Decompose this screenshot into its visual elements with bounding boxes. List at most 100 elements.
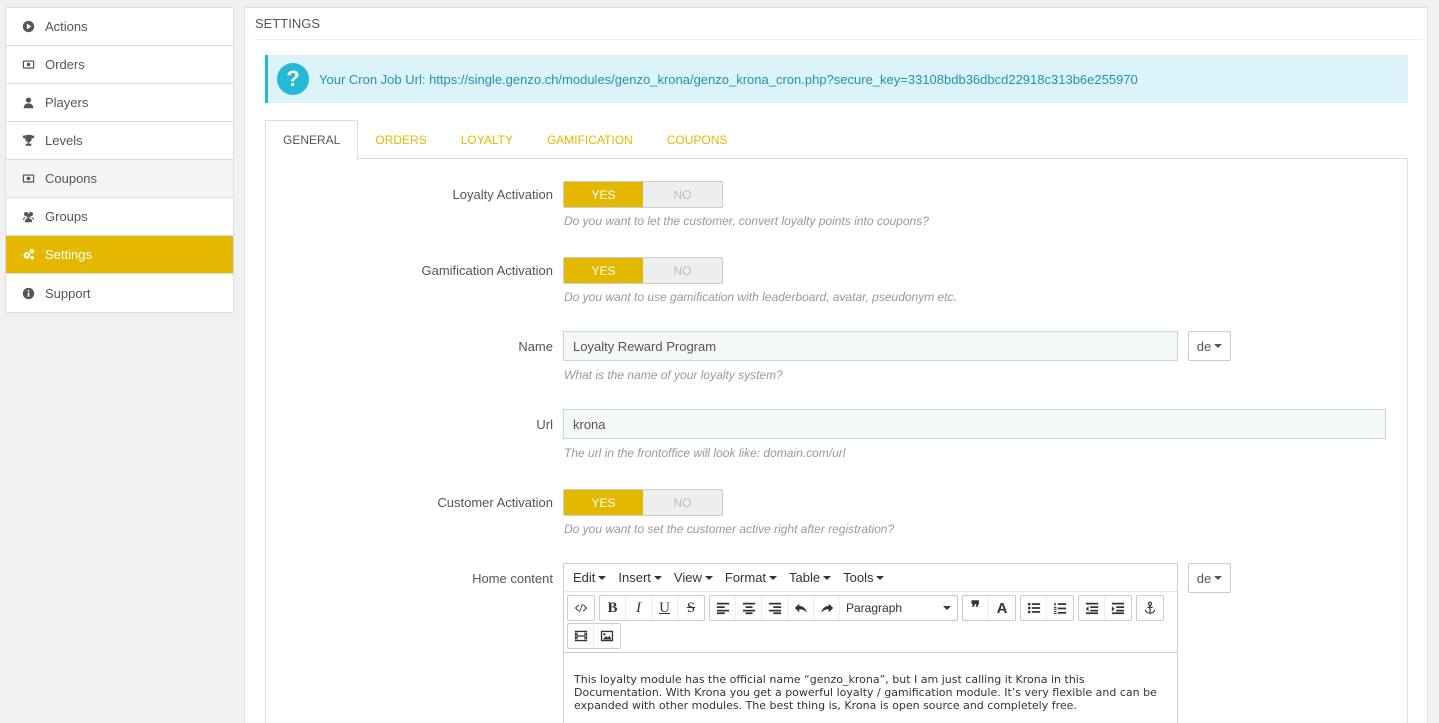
numbered-list-icon[interactable] (1047, 596, 1073, 620)
strikethrough-icon[interactable]: S (678, 596, 704, 620)
underline-icon[interactable]: U (652, 596, 678, 620)
loyalty-activation-help: Do you want to let the customer, convert… (564, 214, 929, 228)
sidebar-item-label: Players (45, 95, 89, 110)
menu-label: Insert (618, 570, 651, 585)
customer-activation-yes[interactable]: YES (564, 490, 643, 515)
name-help: What is the name of your loyalty system? (564, 368, 783, 382)
align-left-icon[interactable] (710, 596, 736, 620)
tab-coupons[interactable]: COUPONS (650, 120, 745, 159)
sidebar-item-support[interactable]: Support (6, 274, 233, 312)
sidebar-item-coupons[interactable]: Coupons (6, 160, 233, 198)
sidebar-item-label: Settings (45, 247, 92, 262)
align-center-icon[interactable] (736, 596, 762, 620)
image-icon[interactable] (594, 624, 620, 648)
cogs-icon (21, 248, 35, 262)
menu-label: Edit (573, 570, 596, 585)
customer-activation-switch[interactable]: YES NO (563, 489, 723, 516)
sidebar-item-players[interactable]: Players (6, 84, 233, 122)
user-icon (21, 96, 35, 110)
customer-activation-no[interactable]: NO (643, 490, 722, 515)
customer-activation-help: Do you want to set the customer active r… (564, 522, 895, 536)
bullet-list-icon[interactable] (1021, 596, 1047, 620)
editor-menubar: Edit Insert View Format Table Tools (564, 564, 1177, 592)
sidebar-item-label: Actions (45, 19, 88, 34)
customer-activation-label: Customer Activation (437, 495, 553, 510)
home-content-lang-dropdown[interactable]: de (1188, 563, 1231, 593)
sidebar-item-label: Support (45, 285, 91, 301)
tab-general[interactable]: GENERAL (265, 120, 359, 160)
loyalty-activation-label: Loyalty Activation (452, 187, 553, 202)
caret-down-icon (876, 575, 885, 580)
name-input[interactable]: Loyalty Reward Program (563, 331, 1178, 361)
sidebar-item-groups[interactable]: Groups (6, 198, 233, 236)
url-input[interactable]: krona (563, 409, 1386, 439)
lang-code: de (1196, 338, 1212, 354)
block-format-value: Paragraph (846, 601, 903, 615)
loyalty-activation-switch[interactable]: YES NO (563, 181, 723, 208)
bold-icon[interactable]: B (600, 596, 626, 620)
outdent-icon[interactable] (1079, 596, 1105, 620)
align-right-icon[interactable] (762, 596, 788, 620)
caret-down-icon (943, 606, 951, 610)
caret-down-icon (823, 575, 832, 580)
sidebar-item-actions[interactable]: Actions (6, 8, 233, 46)
tab-gamification[interactable]: GAMIFICATION (530, 120, 650, 159)
sidebar-item-levels[interactable]: Levels (6, 122, 233, 160)
gamification-activation-yes[interactable]: YES (564, 258, 643, 283)
name-lang-dropdown[interactable]: de (1188, 331, 1231, 361)
menu-label: Table (789, 570, 821, 585)
sidebar-item-label: Levels (45, 133, 83, 148)
money-icon (21, 172, 35, 186)
menu-table[interactable]: Table (783, 570, 837, 585)
loyalty-activation-yes[interactable]: YES (564, 182, 643, 207)
editor-toolbar: B I U S Paragraph ❞ A (564, 592, 1177, 653)
home-content-label: Home content (472, 571, 553, 586)
sidebar-item-settings[interactable]: Settings (6, 236, 233, 274)
menu-view[interactable]: View (668, 570, 719, 585)
menu-edit[interactable]: Edit (567, 570, 612, 585)
url-label: Url (536, 417, 553, 432)
sidebar-item-orders[interactable]: Orders (6, 46, 233, 84)
block-format-select[interactable]: Paragraph (840, 596, 957, 620)
gamification-activation-label: Gamification Activation (421, 263, 553, 278)
menu-label: Format (724, 570, 767, 585)
cron-url-text[interactable]: Your Cron Job Url: https://single.genzo.… (319, 72, 1138, 87)
gamification-activation-switch[interactable]: YES NO (563, 257, 723, 284)
money-icon (21, 58, 35, 72)
menu-label: View (673, 570, 702, 585)
source-code-icon[interactable] (568, 596, 594, 620)
menu-insert[interactable]: Insert (612, 570, 668, 585)
caret-down-icon (598, 575, 607, 580)
loyalty-activation-no[interactable]: NO (643, 182, 722, 207)
text-color-icon[interactable]: A (989, 596, 1015, 620)
sidebar-item-label: Groups (45, 209, 88, 224)
gamification-activation-help: Do you want to use gamification with lea… (564, 290, 957, 304)
indent-icon[interactable] (1105, 596, 1131, 620)
media-film-icon[interactable] (568, 624, 594, 648)
menu-format[interactable]: Format (719, 570, 783, 585)
anchor-icon[interactable] (1137, 596, 1163, 620)
question-circle-icon: ? (277, 63, 309, 95)
tab-orders[interactable]: ORDERS (358, 120, 443, 159)
caret-down-icon (1214, 576, 1223, 580)
redo-icon[interactable] (814, 596, 840, 620)
caret-down-icon (704, 575, 713, 580)
tab-loyalty[interactable]: LOYALTY (444, 120, 530, 159)
menu-label: Tools (843, 570, 874, 585)
gamification-activation-no[interactable]: NO (643, 258, 722, 283)
editor-content[interactable]: This loyalty module has the official nam… (564, 653, 1177, 723)
play-circle-icon (21, 20, 35, 34)
sidebar-item-label: Coupons (45, 171, 98, 186)
name-label: Name (518, 339, 553, 354)
caret-down-icon (653, 575, 662, 580)
url-help: The url in the frontoffice will look lik… (564, 446, 846, 460)
rich-text-editor: Edit Insert View Format Table Tools B I … (563, 563, 1178, 723)
blockquote-icon[interactable]: ❞ (963, 596, 989, 620)
settings-tabs: GENERAL ORDERS LOYALTY GAMIFICATION COUP… (265, 120, 1408, 160)
info-circle-icon (21, 286, 35, 300)
sidebar-nav: Actions Orders Players Levels Coupons Gr… (5, 7, 234, 313)
undo-icon[interactable] (788, 596, 814, 620)
menu-tools[interactable]: Tools (837, 570, 890, 585)
italic-icon[interactable]: I (626, 596, 652, 620)
users-icon (21, 210, 35, 224)
